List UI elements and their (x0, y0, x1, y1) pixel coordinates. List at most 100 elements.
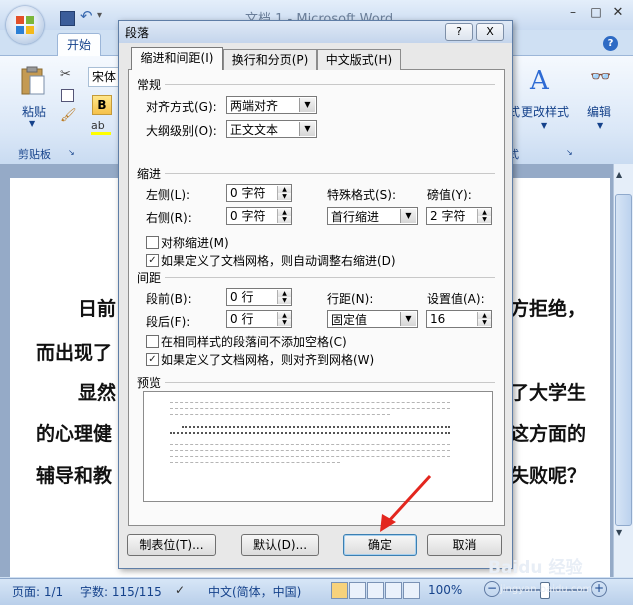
tab-line-page-breaks[interactable]: 换行和分页(P) (223, 49, 317, 70)
snap-to-grid-checkbox[interactable]: ✓ (146, 353, 159, 366)
format-painter-icon[interactable]: 🖌 (60, 108, 77, 123)
space-after-spinner[interactable]: 0 行 ▲ ▼ (226, 310, 292, 328)
tab-home[interactable]: 开始 (57, 33, 101, 56)
scroll-down-icon[interactable]: ▼ (616, 528, 622, 537)
watermark-url: jingyan.baidu.com (500, 584, 593, 595)
change-styles-button[interactable]: 更改样式 (521, 103, 569, 120)
full-screen-reading-icon[interactable] (349, 582, 366, 599)
right-indent-value: 0 字符 (230, 209, 266, 223)
highlight-button[interactable]: ab (91, 119, 111, 135)
copy-icon[interactable] (61, 89, 74, 102)
tab-indents-spacing[interactable]: 缩进和间距(I) (131, 47, 223, 70)
mirror-indents-checkbox[interactable] (146, 236, 159, 249)
tab-asian-typography[interactable]: 中文版式(H) (317, 49, 401, 70)
chevron-down-icon[interactable]: ▼ (299, 122, 315, 136)
annotation-arrow-icon (380, 474, 432, 532)
special-indent-label: 特殊格式(S): (327, 188, 397, 202)
dialog-title: 段落 (125, 26, 150, 40)
alignment-label: 对齐方式(G): (146, 100, 217, 114)
spin-down-icon[interactable]: ▼ (277, 216, 291, 223)
space-before-spinner[interactable]: 0 行 ▲ ▼ (226, 288, 292, 306)
outline-level-select[interactable]: 正文文本 ▼ (226, 120, 317, 138)
doc-text-line: 日前 (78, 298, 117, 320)
spin-up-icon[interactable]: ▲ (477, 312, 491, 319)
set-default-button[interactable]: 默认(D)... (241, 534, 319, 556)
web-layout-icon[interactable] (367, 582, 384, 599)
right-indent-spinner[interactable]: 0 字符 ▲ ▼ (226, 207, 292, 225)
scissors-icon[interactable]: ✂ (60, 67, 71, 82)
editing-button[interactable]: 编辑 (587, 103, 611, 120)
print-layout-icon[interactable] (331, 582, 348, 599)
undo-icon[interactable]: ↶ (80, 7, 93, 25)
minimize-icon[interactable]: – (563, 5, 583, 19)
help-icon[interactable]: ? (603, 36, 618, 51)
spin-up-icon[interactable]: ▲ (277, 312, 291, 319)
page-count[interactable]: 页面: 1/1 (12, 583, 63, 600)
divider (165, 84, 495, 85)
language-status[interactable]: 中文(简体，中国) (208, 583, 301, 600)
zoom-level[interactable]: 100% (428, 583, 462, 597)
spin-down-icon[interactable]: ▼ (277, 297, 291, 304)
proofing-icon[interactable]: ✓ (175, 583, 185, 597)
draft-view-icon[interactable] (403, 582, 420, 599)
scrollbar-thumb[interactable] (615, 194, 632, 526)
chevron-down-icon[interactable]: ▼ (29, 119, 35, 128)
word-count[interactable]: 字数: 115/115 (80, 583, 162, 600)
spin-down-icon[interactable]: ▼ (277, 193, 291, 200)
dialog-close-button[interactable]: X (476, 23, 504, 41)
spin-down-icon[interactable]: ▼ (277, 319, 291, 326)
alignment-select[interactable]: 两端对齐 ▼ (226, 96, 317, 114)
preview-line (170, 450, 450, 452)
binoculars-icon[interactable]: 👓 (590, 67, 611, 87)
dialog-launcher-icon[interactable]: ↘ (68, 148, 75, 157)
office-button[interactable] (6, 6, 44, 44)
maximize-icon[interactable]: □ (586, 5, 606, 19)
right-indent-label: 右侧(R): (146, 211, 192, 225)
indent-by-spinner[interactable]: 2 字符 ▲ ▼ (426, 207, 492, 225)
spin-down-icon[interactable]: ▼ (477, 216, 491, 223)
chevron-down-icon[interactable]: ▼ (299, 98, 315, 112)
doc-text-line: 失败呢？ (510, 465, 587, 487)
left-indent-label: 左侧(L): (146, 188, 191, 202)
spin-up-icon[interactable]: ▲ (277, 209, 291, 216)
auto-adjust-indent-label: 如果定义了文档网格，则自动调整右缩进(D) (161, 254, 396, 268)
paste-icon[interactable] (20, 66, 46, 96)
dialog-launcher-icon[interactable]: ↘ (566, 148, 573, 157)
space-before-label: 段前(B): (146, 292, 192, 306)
no-space-same-style-checkbox[interactable] (146, 335, 159, 348)
doc-text-line: 方拒绝， (510, 298, 587, 320)
chevron-down-icon[interactable]: ▼ (541, 121, 547, 130)
spacing-at-spinner[interactable]: 16 ▲ ▼ (426, 310, 492, 328)
space-before-value: 0 行 (230, 290, 254, 304)
zoom-in-icon[interactable]: + (591, 581, 607, 597)
dialog-help-button[interactable]: ? (445, 23, 473, 41)
change-styles-icon[interactable]: A (530, 66, 549, 96)
auto-adjust-indent-checkbox[interactable]: ✓ (146, 254, 159, 267)
tabs-button[interactable]: 制表位(T)... (127, 534, 216, 556)
save-icon[interactable] (60, 11, 75, 26)
scroll-up-icon[interactable]: ▲ (616, 170, 622, 179)
doc-text-line: 显然 (78, 382, 117, 404)
spin-down-icon[interactable]: ▼ (477, 319, 491, 326)
bold-button[interactable]: B (92, 95, 112, 115)
spin-up-icon[interactable]: ▲ (477, 209, 491, 216)
close-icon[interactable]: ✕ (608, 5, 628, 20)
zoom-out-icon[interactable]: − (484, 581, 500, 597)
chevron-down-icon[interactable]: ▼ (400, 209, 416, 223)
outline-view-icon[interactable] (385, 582, 402, 599)
space-after-label: 段后(F): (146, 315, 191, 329)
divider (165, 382, 495, 383)
left-indent-spinner[interactable]: 0 字符 ▲ ▼ (226, 184, 292, 202)
dropdown-arrow-icon[interactable]: ▾ (97, 10, 102, 21)
spin-up-icon[interactable]: ▲ (277, 186, 291, 193)
no-space-same-style-label: 在相同样式的段落间不添加空格(C) (161, 335, 347, 349)
paste-button[interactable]: 粘贴 (22, 103, 46, 120)
preview-line (182, 426, 450, 430)
spin-up-icon[interactable]: ▲ (277, 290, 291, 297)
chevron-down-icon[interactable]: ▼ (597, 121, 603, 130)
line-spacing-select[interactable]: 固定值 ▼ (327, 310, 418, 328)
mirror-indents-label: 对称缩进(M) (161, 236, 229, 250)
preview-line (170, 414, 390, 416)
special-indent-select[interactable]: 首行缩进 ▼ (327, 207, 418, 225)
chevron-down-icon[interactable]: ▼ (400, 312, 416, 326)
